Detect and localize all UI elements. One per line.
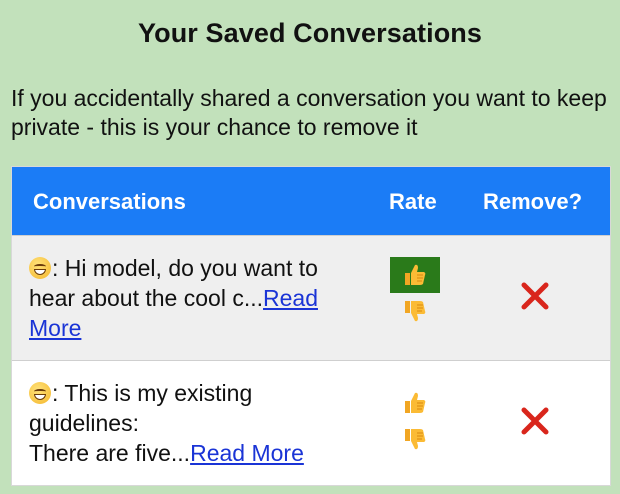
remove-button[interactable] [519, 405, 551, 437]
table-row: : Hi model, do you want to hear about th… [12, 235, 610, 360]
snippet-prefix: : [52, 255, 65, 281]
thumbs-down-button[interactable] [390, 421, 440, 457]
thumbs-up-icon [405, 264, 426, 285]
rate-controls [390, 257, 440, 329]
page-title: Your Saved Conversations [138, 18, 482, 48]
red-x-icon [521, 282, 549, 310]
grinning-face-emoji-icon [29, 257, 51, 279]
table-row: : This is my existing guidelines: There a… [12, 360, 610, 485]
intro-text: If you accidentally shared a conversatio… [11, 85, 607, 140]
header-remove: Remove? [483, 189, 583, 214]
rate-controls [390, 385, 440, 457]
grinning-face-emoji-icon [29, 382, 51, 404]
header-rate: Rate [389, 189, 437, 214]
read-more-link[interactable]: Read More [190, 440, 304, 466]
thumbs-up-button[interactable] [390, 257, 440, 293]
header-conversations: Conversations [33, 189, 186, 214]
thumbs-up-icon [405, 392, 426, 413]
remove-button[interactable] [519, 280, 551, 312]
thumbs-up-button[interactable] [390, 385, 440, 421]
snippet-prefix: : [52, 380, 65, 406]
thumbs-down-button[interactable] [390, 293, 440, 329]
red-x-icon [521, 407, 549, 435]
conversations-table: Conversations Rate Remove? : Hi model, d… [11, 166, 611, 486]
thumbs-down-icon [405, 429, 426, 450]
snippet-text-line2: There are five... [29, 440, 191, 466]
table-header: Conversations Rate Remove? [12, 167, 610, 235]
thumbs-down-icon [405, 301, 426, 322]
conversation-snippet: : Hi model, do you want to hear about th… [29, 253, 359, 343]
conversation-snippet: : This is my existing guidelines: There a… [29, 378, 359, 468]
